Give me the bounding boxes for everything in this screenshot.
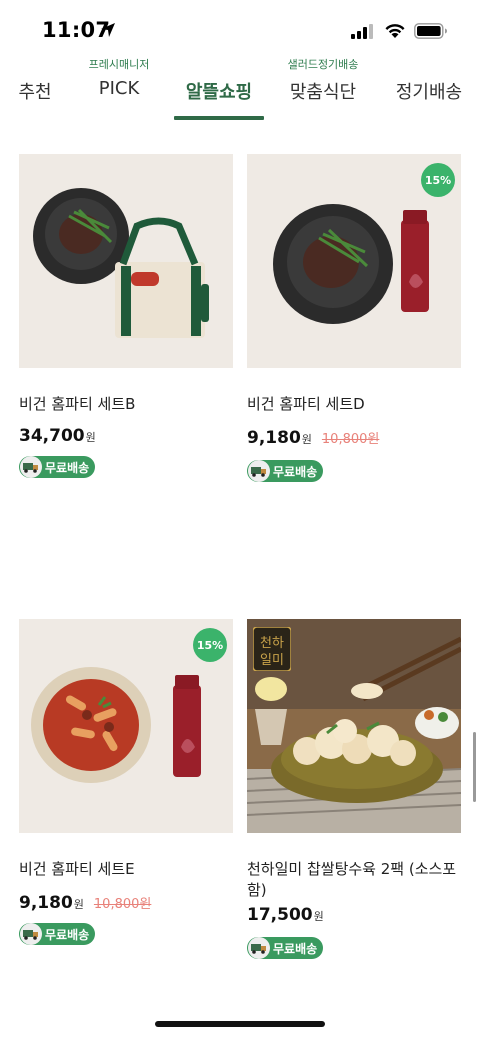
delivery-truck-icon (248, 460, 270, 482)
tab-label: PICK (98, 78, 140, 99)
product-name[interactable]: 비건 홈파티 세트B (19, 394, 233, 415)
discount-badge: 15% (421, 163, 455, 197)
active-tab-indicator (174, 116, 264, 120)
original-price: 10,800원 (93, 897, 152, 912)
status-bar: 11:07 (0, 0, 480, 60)
currency-unit: 원 (85, 431, 96, 444)
battery-icon (414, 23, 447, 39)
shipping-label: 무료배송 (45, 460, 90, 475)
svg-text:천하: 천하 (260, 636, 284, 651)
cellular-signal-icon (351, 24, 373, 39)
tab-recommend[interactable]: 추천 (0, 52, 70, 120)
shipping-label: 무료배송 (45, 927, 90, 942)
product-price: 17,500 (247, 905, 313, 925)
free-shipping-badge: 무료배송 (19, 456, 95, 478)
product-card[interactable]: 비건 홈파티 세트B 34,700 원 무료배송 (19, 154, 233, 484)
currency-unit: 원 (301, 433, 312, 446)
svg-text:일미: 일미 (260, 653, 284, 668)
original-price: 10,800원 (321, 432, 380, 447)
scrollbar[interactable] (473, 732, 476, 802)
price-row: 17,500 원 (247, 905, 324, 925)
tab-subscription[interactable]: 정기배송 (388, 52, 470, 120)
free-shipping-badge: 무료배송 (19, 923, 95, 945)
category-tabs: 추천 프레시매니저 PICK 알뜰쇼핑 샐러드정기배송 맞춤식단 정기배송 (0, 52, 480, 122)
delivery-truck-icon (248, 937, 270, 959)
tab-sublabel: 샐러드정기배송 (287, 58, 359, 71)
tab-label: 추천 (18, 82, 52, 103)
tab-pick[interactable]: 프레시매니저 PICK (74, 52, 164, 120)
tab-custom-meal[interactable]: 샐러드정기배송 맞춤식단 (276, 52, 370, 120)
delivery-truck-icon (20, 456, 42, 478)
home-indicator[interactable] (155, 1021, 325, 1027)
brand-logo: 천하 일미 (253, 627, 291, 671)
product-name[interactable]: 천하일미 찹쌀탕수육 2팩 (소스포함) (247, 859, 461, 901)
product-price: 9,180 (19, 893, 73, 913)
product-name[interactable]: 비건 홈파티 세트D (247, 394, 461, 415)
price-row: 9,180 원 10,800원 (19, 893, 151, 913)
free-shipping-badge: 무료배송 (247, 937, 323, 959)
location-arrow-icon (101, 23, 115, 37)
delivery-truck-icon (20, 923, 42, 945)
price-row: 34,700 원 (19, 426, 96, 446)
tab-label: 알뜰쇼핑 (185, 82, 253, 103)
product-name[interactable]: 비건 홈파티 세트E (19, 859, 233, 880)
currency-unit: 원 (313, 910, 324, 923)
product-price: 34,700 (19, 426, 85, 446)
product-image[interactable] (19, 154, 233, 368)
wifi-icon (385, 24, 405, 38)
tab-label: 정기배송 (395, 82, 463, 103)
product-price: 9,180 (247, 428, 301, 448)
currency-unit: 원 (73, 898, 84, 911)
tab-sublabel: 프레시매니저 (88, 58, 150, 71)
price-row: 9,180 원 10,800원 (247, 428, 379, 448)
shipping-label: 무료배송 (273, 464, 318, 479)
tab-label: 맞춤식단 (289, 82, 357, 103)
shipping-label: 무료배송 (273, 941, 318, 956)
product-card[interactable]: 15% 비건 홈파티 세트D 9,180 원 10,800원 무료배송 (247, 154, 461, 484)
tab-savings-shopping[interactable]: 알뜰쇼핑 (174, 52, 264, 120)
free-shipping-badge: 무료배송 (247, 460, 323, 482)
product-card[interactable]: 15% 비건 홈파티 세트E 9,180 원 10,800원 무료배송 (19, 619, 233, 949)
discount-badge: 15% (193, 628, 227, 662)
product-card[interactable]: 천하 일미 천하일미 찹쌀탕수육 2팩 (소스포함) 17,500 원 무료배송 (247, 619, 461, 969)
product-image[interactable]: 천하 일미 (247, 619, 461, 833)
